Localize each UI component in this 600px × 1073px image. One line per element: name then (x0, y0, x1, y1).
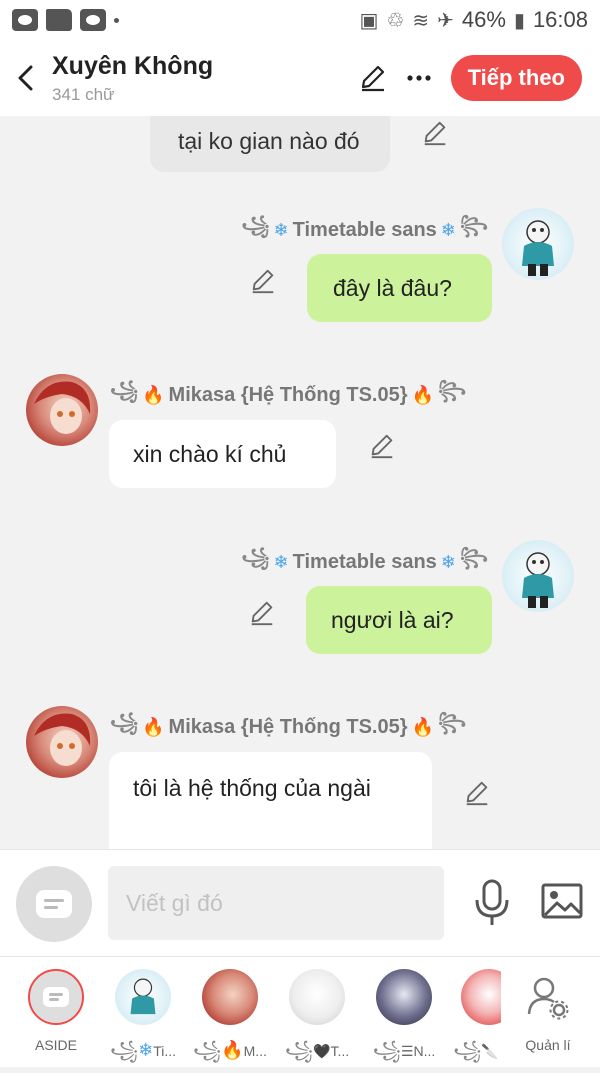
battery-icon: ▮ (513, 9, 525, 32)
character-n[interactable]: ꧁☰N... (364, 969, 444, 1073)
aside-icon (28, 969, 84, 1025)
swirl-icon: ꧁ (110, 712, 139, 732)
pencil-icon (361, 65, 384, 92)
character-mikasa[interactable]: ꧁🔥M... (190, 969, 270, 1073)
clock: 16:08 (532, 7, 588, 32)
snowflake-icon: ❄ (273, 551, 289, 572)
image-icon[interactable] (540, 880, 584, 924)
character-label: ꧁☰N... (372, 1040, 436, 1060)
fire-icon: 🔥 (142, 716, 165, 737)
character-bar: ASIDE ꧁❄Ti... ꧁🔥M... ꧁🖤T... ꧁☰N... ꧁🔪 Qu… (0, 957, 600, 1067)
sender-name: ꧁ 🔥 Mikasa {Hệ Thống TS.05} 🔥 ꧂ (110, 377, 466, 413)
edit-button[interactable] (353, 58, 393, 98)
swirl-icon: ꧁ (110, 380, 139, 400)
message-bubble[interactable]: đây là đâu? (307, 254, 492, 322)
avatar[interactable] (26, 706, 98, 778)
chat-area[interactable]: tại ko gian nào đó ꧁ ❄ Timetable sans ❄ … (0, 116, 600, 849)
avatar[interactable] (502, 208, 574, 280)
eye-icon (80, 9, 106, 31)
manage-user-icon (527, 977, 569, 1020)
character-label: Quản lí (525, 1037, 571, 1053)
fire-icon: 🔥 (411, 384, 434, 405)
folder-icon (46, 9, 72, 31)
avatar (202, 969, 258, 1025)
pencil-icon[interactable] (368, 432, 396, 460)
recycle-icon: ♲ (386, 9, 405, 32)
swirl-icon: ꧂ (459, 215, 488, 235)
character-label: ꧁🔥M... (193, 1040, 267, 1060)
status-bar-left (12, 9, 119, 31)
message-bubble[interactable]: ngươi là ai? (306, 586, 492, 654)
snowflake-icon: ❄ (440, 551, 456, 572)
next-button[interactable]: Tiếp theo (450, 55, 582, 101)
swirl-icon: ꧂ (437, 712, 467, 732)
fire-icon: 🔥 (142, 384, 165, 405)
character-label: ASIDE (34, 1037, 77, 1053)
back-arrow-icon (18, 65, 33, 91)
pencil-icon[interactable] (249, 267, 277, 295)
status-bar: ▣ ♲ ≋ ✈ 46% ▮ 16:08 (0, 0, 600, 40)
more-button[interactable] (399, 58, 439, 98)
battery-saver-icon: ▣ (359, 9, 379, 32)
swirl-icon: ꧂ (459, 547, 488, 567)
airplane-icon: ✈ (437, 9, 454, 32)
eye-icon (12, 9, 38, 31)
message-bubble[interactable]: tôi là hệ thống của ngài (109, 752, 432, 849)
battery-percent: 46% (461, 7, 506, 32)
status-bar-right: ▣ ♲ ≋ ✈ 46% ▮ 16:08 (360, 7, 589, 33)
character-timetable-sans[interactable]: ꧁❄Ti... (103, 969, 183, 1073)
avatar (376, 969, 432, 1025)
pencil-icon[interactable] (463, 779, 491, 807)
fire-icon: 🔥 (411, 716, 434, 737)
swirl-icon: ꧁ (241, 215, 270, 235)
avatar (289, 969, 345, 1025)
pencil-icon[interactable] (421, 119, 449, 147)
swirl-icon: ꧁ (241, 547, 270, 567)
sender-name: ꧁ ❄ Timetable sans ❄ ꧂ (241, 544, 488, 580)
aside-icon (36, 890, 72, 918)
more-icon (407, 75, 431, 81)
aside-button[interactable] (16, 866, 92, 942)
message-input[interactable] (108, 866, 444, 940)
character-partial[interactable]: ꧁🔪 (451, 969, 501, 1073)
message-bubble[interactable]: tại ko gian nào đó (150, 116, 390, 172)
page-title: Xuyên Không (52, 51, 214, 80)
sender-name: ꧁ 🔥 Mikasa {Hệ Thống TS.05} 🔥 ꧂ (110, 709, 466, 745)
avatar[interactable] (502, 540, 574, 612)
message-bubble[interactable]: xin chào kí chủ (109, 420, 336, 488)
manage-characters-button[interactable]: Quản lí (508, 969, 588, 1053)
wifi-icon: ≋ (412, 9, 430, 32)
avatar (115, 969, 171, 1025)
notification-dot-icon (114, 17, 119, 23)
character-label: ꧁🖤T... (284, 1040, 350, 1060)
character-label: ꧁❄Ti... (109, 1040, 177, 1060)
character-aside[interactable]: ASIDE (16, 969, 96, 1053)
word-count: 341 chữ (52, 84, 115, 104)
character-label: ꧁🔪 (453, 1040, 499, 1060)
header: Xuyên Không 341 chữ Tiếp theo (0, 40, 600, 116)
swirl-icon: ꧂ (437, 380, 467, 400)
pencil-icon[interactable] (248, 599, 276, 627)
title-block: Xuyên Không 341 chữ (52, 52, 353, 105)
avatar (461, 969, 501, 1025)
back-button[interactable] (0, 48, 52, 108)
snowflake-icon: ❄ (273, 219, 289, 240)
snowflake-icon: ❄ (440, 219, 456, 240)
composer (0, 849, 600, 957)
microphone-icon[interactable] (470, 878, 514, 928)
character-heart[interactable]: ꧁🖤T... (277, 969, 357, 1073)
avatar[interactable] (26, 374, 98, 446)
sender-name: ꧁ ❄ Timetable sans ❄ ꧂ (241, 212, 488, 248)
